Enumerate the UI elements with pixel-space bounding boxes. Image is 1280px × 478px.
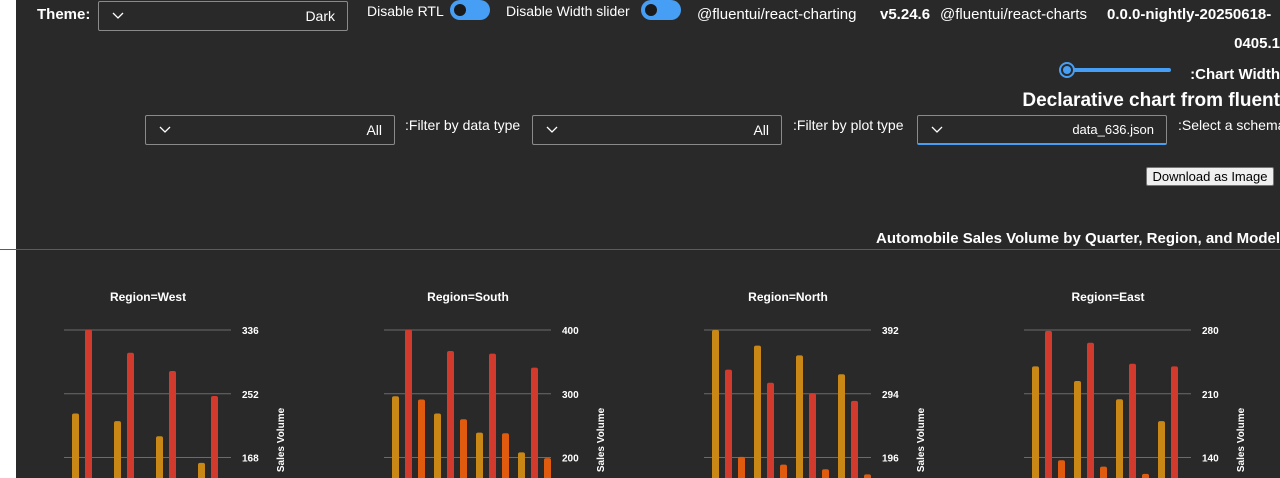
- bar: [754, 345, 761, 478]
- bar: [851, 400, 858, 478]
- bar: [447, 351, 454, 478]
- bar: [1129, 363, 1136, 478]
- y-axis-label: Sales Volume: [276, 407, 287, 472]
- bar: [1058, 460, 1065, 478]
- bar: [1074, 381, 1081, 478]
- bar: [738, 456, 745, 478]
- y-tick-label: 336: [242, 326, 259, 337]
- bar: [518, 452, 525, 478]
- chart-width-label: :Chart Width: [1190, 66, 1280, 83]
- bar: [405, 330, 412, 478]
- bar: [1158, 421, 1165, 478]
- toggle-knob: [454, 4, 466, 16]
- page-heading: Declarative chart from fluent: [1022, 90, 1280, 111]
- bar: [544, 458, 551, 478]
- bar: [502, 433, 509, 478]
- y-tick-label: 294: [882, 390, 899, 401]
- y-tick-label: 300: [562, 390, 579, 401]
- disable-rtl-label: Disable RTL: [367, 3, 444, 19]
- theme-label: Theme:: [37, 6, 91, 23]
- filter-data-type-dropdown[interactable]: All: [145, 115, 395, 145]
- bar: [434, 413, 441, 478]
- y-tick-label: 200: [562, 454, 579, 465]
- schema-label: :Select a schema: [1178, 117, 1280, 133]
- package-version-charts-line2: 0405.1: [1234, 35, 1280, 52]
- y-tick-label: 196: [882, 454, 899, 465]
- schema-value: data_636.json: [1072, 122, 1154, 137]
- facet-title: Region=West: [110, 290, 186, 304]
- theme-value: Dark: [305, 8, 335, 24]
- y-tick-label: 392: [882, 326, 899, 337]
- bar: [198, 462, 205, 478]
- chevron-down-icon: [931, 126, 943, 133]
- bar: [1116, 399, 1123, 478]
- bar: [418, 399, 425, 478]
- y-tick-label: 280: [1202, 326, 1219, 337]
- bar: [1032, 366, 1039, 478]
- chart-width-slider-track[interactable]: [1059, 68, 1171, 72]
- faceted-bar-chart: Region=West 168 252 336 Sales Volume Region=S…: [64, 290, 1247, 478]
- disable-rtl-toggle[interactable]: [450, 0, 490, 20]
- filter-plot-type-dropdown[interactable]: All: [532, 115, 782, 145]
- y-axis-label: Sales Volume: [596, 407, 607, 472]
- theme-dropdown[interactable]: Dark: [98, 1, 348, 31]
- filter-data-type-value: All: [366, 122, 382, 138]
- schema-dropdown[interactable]: data_636.json: [917, 115, 1167, 145]
- bar: [1142, 473, 1149, 478]
- bar: [1045, 330, 1052, 478]
- bar: [1087, 342, 1094, 478]
- bar: [169, 370, 176, 478]
- bar: [1171, 366, 1178, 478]
- filter-plot-type-value: All: [753, 122, 769, 138]
- bar: [489, 353, 496, 478]
- bar: [72, 413, 79, 478]
- disable-width-toggle[interactable]: [641, 0, 681, 20]
- y-tick-label: 140: [1202, 454, 1219, 465]
- bar: [460, 419, 467, 478]
- bar: [767, 382, 774, 478]
- bar: [838, 374, 845, 478]
- filter-plot-type-label: :Filter by plot type: [793, 117, 904, 133]
- bar: [809, 393, 816, 478]
- package-version-charting: v5.24.6: [880, 6, 931, 23]
- bar: [392, 396, 399, 478]
- package-name-charting: @fluentui/react-charting: [697, 6, 857, 23]
- bar: [211, 396, 218, 478]
- bar: [796, 355, 803, 478]
- bar: [127, 352, 134, 478]
- package-version-charts-line1: 0.0.0-nightly-20250618-: [1107, 6, 1272, 23]
- download-image-button[interactable]: Download as Image: [1146, 167, 1274, 186]
- y-axis-label: Sales Volume: [1236, 407, 1247, 472]
- facet-title: Region=North: [748, 290, 828, 304]
- package-name-charts: @fluentui/react-charts: [940, 6, 1087, 23]
- bar: [864, 474, 871, 478]
- bar: [156, 436, 163, 478]
- disable-width-label: Disable Width slider: [506, 3, 630, 19]
- bar: [822, 469, 829, 478]
- filter-data-type-label: :Filter by data type: [405, 117, 521, 133]
- bar: [725, 369, 732, 478]
- y-tick-label: 210: [1202, 390, 1219, 401]
- bar: [531, 367, 538, 478]
- chart-title: Automobile Sales Volume by Quarter, Regi…: [876, 230, 1280, 247]
- bar: [780, 464, 787, 478]
- chevron-down-icon: [546, 126, 558, 133]
- y-tick-label: 168: [242, 454, 259, 465]
- bar: [85, 330, 92, 478]
- bar: [114, 421, 121, 478]
- chart-width-slider-thumb[interactable]: [1059, 62, 1075, 78]
- facet-title: Region=South: [427, 290, 509, 304]
- facet-title: Region=East: [1071, 290, 1144, 304]
- chevron-down-icon: [112, 12, 124, 19]
- toggle-knob: [645, 4, 657, 16]
- y-tick-label: 252: [242, 390, 259, 401]
- bar: [1100, 466, 1107, 478]
- bar: [712, 330, 719, 478]
- y-tick-label: 400: [562, 326, 579, 337]
- chevron-down-icon: [159, 126, 171, 133]
- y-axis-label: Sales Volume: [916, 407, 927, 472]
- bar: [476, 432, 483, 478]
